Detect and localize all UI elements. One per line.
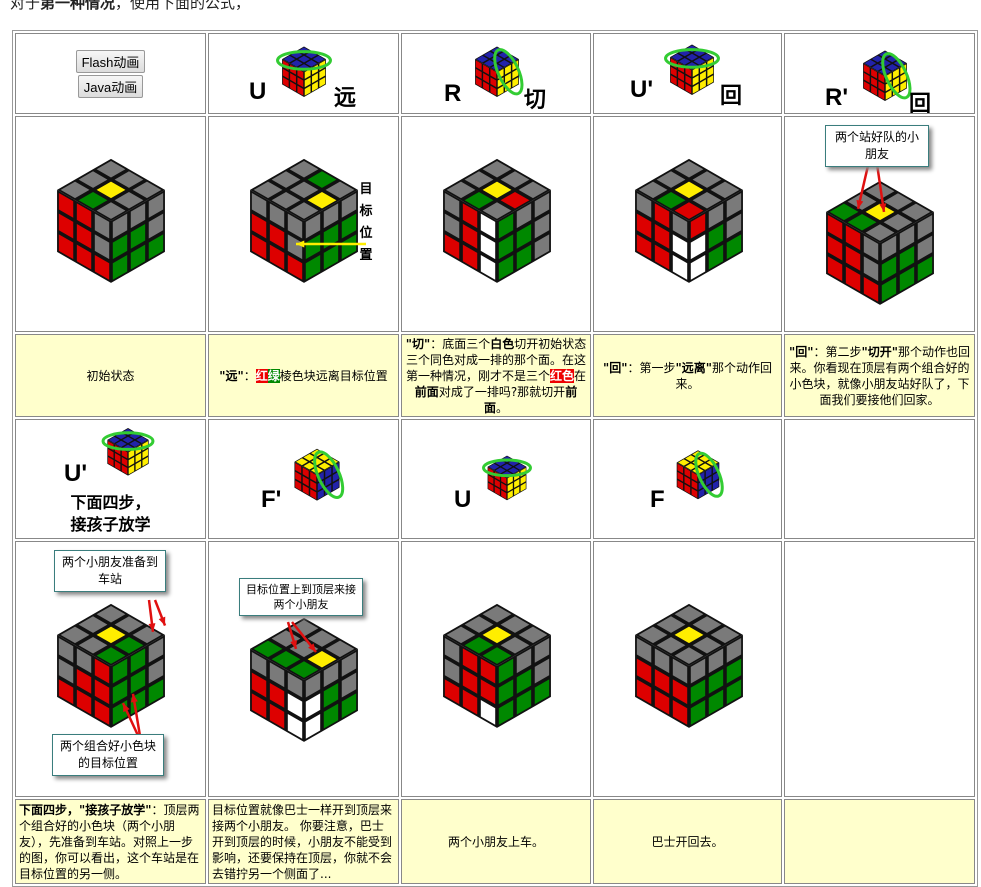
caption-cell: 初始状态 [15, 334, 206, 417]
cube-state-f [593, 541, 782, 797]
caption-text: 下面四步，"接孩子放学" [19, 802, 152, 817]
caption-cell: 目标位置就像巴士一样开到顶层来接两个小朋友。 你要注意，巴士开到顶层的时候，小朋… [208, 799, 399, 884]
caption-text: 初始状态 [86, 368, 135, 383]
callout-kids-to-station: 两个小朋友准备到车站 [54, 550, 166, 592]
cube-image [443, 603, 551, 728]
caption-text: 绿 [267, 368, 280, 383]
caption-text: "回" [788, 344, 814, 359]
caption-text: "远离" [675, 360, 713, 375]
cube-image [635, 603, 743, 728]
move-notation: U [454, 486, 472, 513]
move-cell-u-2: U [401, 419, 591, 539]
caption-cell: "回"：第一步"远离"那个动作回来。 [593, 334, 782, 417]
section-title: 下面四步， [70, 493, 151, 512]
caption-cell: "回"：第二步"切开"那个动作也回来。你看现在顶层有两个组合好的小色块，就像小朋… [784, 334, 975, 417]
caption-text: 。 [496, 400, 509, 415]
move-cell-f-prime: F' [208, 419, 399, 539]
move-cell-r-prime: R' 回 [784, 33, 975, 114]
cube-state-r-prime: 两个站好队的小朋友 [784, 116, 975, 332]
caption-text: "回" [602, 360, 628, 375]
target-position-label: 目标位置 [359, 182, 373, 263]
move-label: 切 [524, 88, 547, 113]
caption-text: 前面 [414, 384, 439, 399]
move-cell-u-prime-2: U' 下面四步， 接孩子放学 [15, 419, 206, 539]
caption-cell [784, 799, 975, 884]
caption-text: "切" [405, 336, 431, 351]
callout-target-up: 目标位置上到顶层来接两个小朋友 [239, 578, 363, 616]
cube-image [443, 158, 551, 283]
flash-animation-button[interactable]: Flash动画 [75, 49, 146, 73]
caption-text: "切开" [861, 344, 899, 359]
caption-text: ：第二步 [813, 344, 862, 359]
cube-state-u-prime [593, 116, 782, 332]
cube-state-u: 目标位置 [208, 116, 399, 332]
intro-text: 对于第一种情况，使用下面的公式， [10, 0, 251, 12]
section-title: 接孩子放学 [70, 515, 151, 534]
caption-cell: "切"：底面三个白色切开初始状态三个同色对成一排的那个面。在这第一种情况，刚才不… [401, 334, 591, 417]
move-cell-f: F [593, 419, 782, 539]
caption-text: 红色 [549, 368, 574, 383]
move-cube-icon [482, 455, 532, 501]
empty-cell [784, 541, 975, 797]
caption-text: ： [243, 368, 256, 383]
formula-table: Flash动画 Java动画 U远 R切 U' 回 R' 回 目标位置 两个站好队的… [12, 30, 978, 887]
move-notation: U' [64, 460, 88, 487]
move-label: 回 [909, 92, 932, 114]
caption-text: 棱色块远离目标位置 [279, 368, 388, 383]
caption-text: 两个小朋友上车。 [447, 834, 544, 849]
animation-buttons-cell: Flash动画 Java动画 [15, 33, 206, 114]
caption-text: 在 [574, 368, 587, 383]
caption-text: "远" [219, 368, 244, 383]
move-label: 回 [720, 84, 743, 109]
callout-target-of-pair: 两个组合好小色块的目标位置 [52, 734, 164, 776]
caption-text: ：第一步 [627, 360, 676, 375]
move-cube-icon [294, 448, 345, 501]
cube-state-initial [15, 116, 206, 332]
move-cell-u: U远 [208, 33, 399, 114]
cube-state-station: 两个小朋友准备到车站 两个组合好小色块的目标位置 [15, 541, 206, 797]
move-cube-icon [101, 428, 155, 476]
caption-text: 红 [255, 368, 268, 383]
move-cube-icon [676, 450, 724, 500]
move-cell-u-prime: U' 回 [593, 33, 782, 114]
move-cell-r: R切 [401, 33, 591, 114]
move-cube-icon [276, 46, 332, 97]
cube-state-f-prime: 目标位置上到顶层来接两个小朋友 [208, 541, 399, 797]
caption-text: 目标位置就像巴士一样开到顶层来接两个小朋友。 你要注意，巴士开到顶层的时候，小朋… [212, 802, 393, 881]
caption-cell: 下面四步，"接孩子放学"：顶层两个组合好的小色块（两个小朋友），先准备到车站。对… [15, 799, 206, 884]
empty-cell [784, 419, 975, 539]
caption-text: ：底面三个 [430, 336, 491, 351]
move-notation: U' [630, 76, 654, 103]
cube-state-r [401, 116, 591, 332]
caption-cell: 两个小朋友上车。 [401, 799, 591, 884]
caption-cell: "远"：红绿棱色块远离目标位置 [208, 334, 399, 417]
java-animation-button[interactable]: Java动画 [77, 74, 144, 98]
callout-kids-lined-up: 两个站好队的小朋友 [825, 125, 929, 167]
cube-image [57, 158, 165, 283]
cube-state-u-2 [401, 541, 591, 797]
caption-text: 白色 [490, 336, 515, 351]
cube-image [635, 158, 743, 283]
caption-text: 对成了一排吗?那就切开 [438, 384, 566, 399]
move-label: 远 [334, 86, 357, 111]
caption-cell: 巴士开回去。 [593, 799, 782, 884]
caption-text: 巴士开回去。 [651, 834, 724, 849]
